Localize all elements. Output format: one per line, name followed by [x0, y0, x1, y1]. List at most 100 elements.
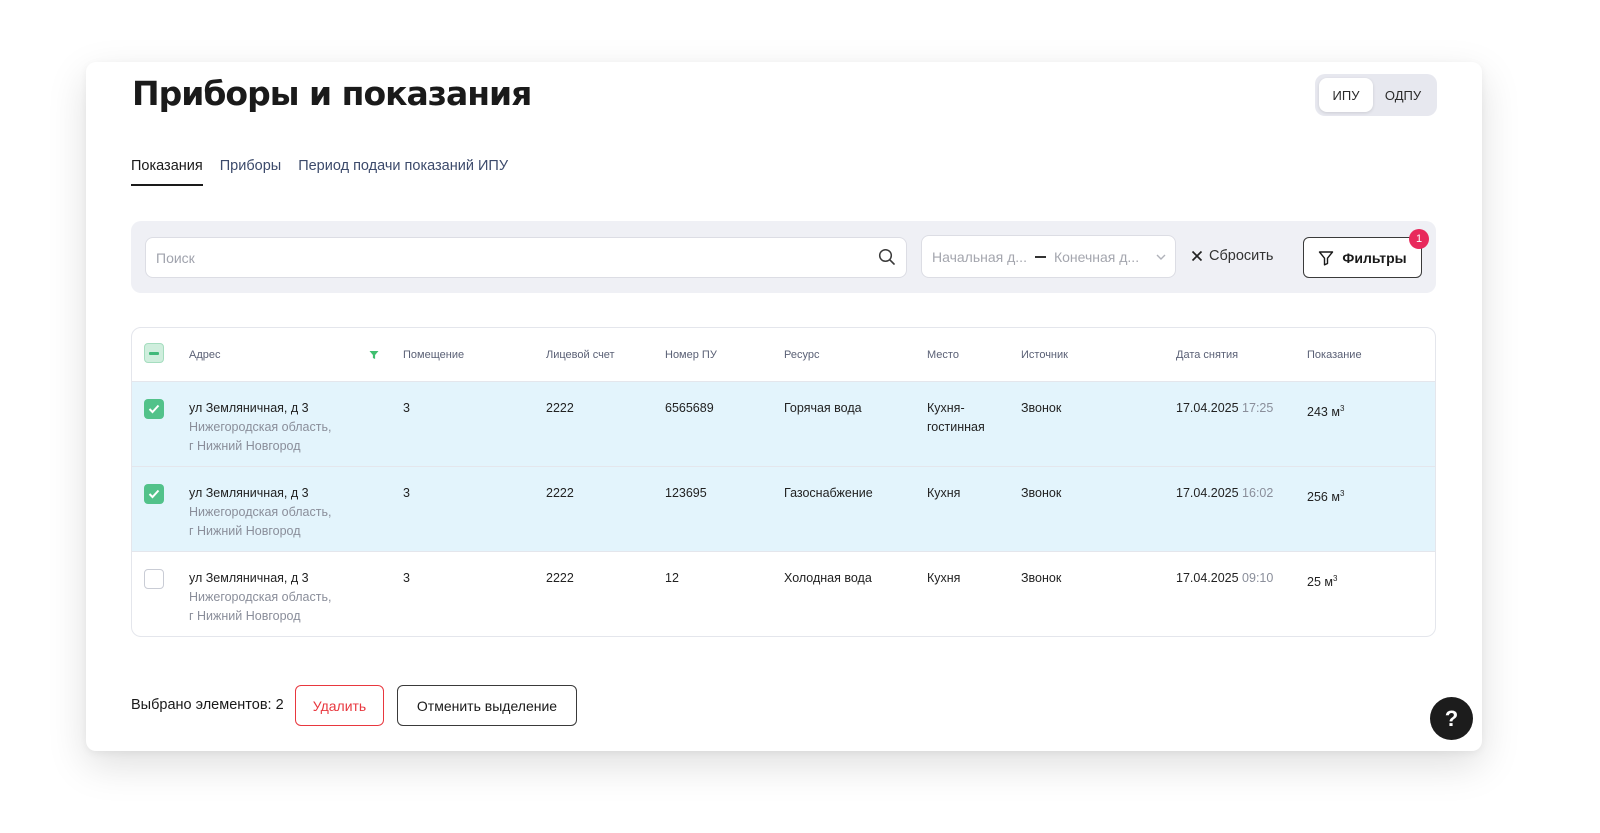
row-checkbox[interactable] [144, 399, 164, 419]
column-header-source[interactable]: Источник [1021, 349, 1068, 361]
address-cell: ул Земляничная, д 3 Нижегородская област… [189, 569, 331, 626]
column-header-account[interactable]: Лицевой счет [546, 349, 615, 361]
date-range-dash [1034, 255, 1046, 258]
place-line-1: Кухня [927, 486, 961, 500]
cancel-selection-button[interactable]: Отменить выделение [397, 685, 577, 726]
reset-button[interactable]: Сбросить [1191, 248, 1273, 264]
address-city: г Нижний Новгород [189, 524, 301, 538]
page-title: Приборы и показания [132, 74, 532, 113]
resource-cell: Холодная вода [784, 571, 872, 585]
address-street: ул Земляничная, д 3 [189, 486, 309, 500]
reading-cell: 243 м3 [1307, 399, 1344, 422]
question-mark-icon: ? [1444, 705, 1459, 731]
address-region: Нижегородская область, [189, 420, 332, 434]
meter-type-toggle: ИПУ ОДПУ [1315, 74, 1437, 116]
address-street: ул Земляничная, д 3 [189, 571, 309, 585]
delete-button[interactable]: Удалить [295, 685, 384, 726]
search-icon[interactable] [878, 248, 896, 266]
address-street: ул Земляничная, д 3 [189, 401, 309, 415]
help-button[interactable]: ? [1430, 697, 1473, 740]
search-input[interactable] [146, 238, 866, 277]
reading-value: 243 м [1307, 405, 1340, 420]
resource-cell: Газоснабжение [784, 486, 873, 500]
unit-superscript: 3 [1339, 404, 1345, 413]
reset-label: Сбросить [1209, 248, 1274, 264]
column-header-room[interactable]: Помещение [403, 349, 464, 361]
column-header-date[interactable]: Дата снятия [1176, 349, 1238, 361]
place-line-2: гостинная [927, 420, 985, 434]
source-cell: Звонок [1021, 486, 1062, 500]
search-box [145, 237, 907, 278]
room-cell: 3 [403, 401, 410, 415]
time-value: 09:10 [1242, 571, 1274, 585]
unit-superscript: 3 [1332, 574, 1338, 583]
filter-funnel-icon [1319, 250, 1334, 265]
address-city: г Нижний Новгород [189, 439, 301, 453]
date-cell: 17.04.2025 17:25 [1176, 399, 1273, 418]
column-header-address[interactable]: Адрес [189, 349, 221, 361]
table-row[interactable]: ул Земляничная, д 3 Нижегородская област… [132, 467, 1435, 552]
date-cell: 17.04.2025 16:02 [1176, 484, 1273, 503]
filters-button[interactable]: Фильтры [1303, 237, 1422, 278]
address-region: Нижегородская область, [189, 505, 332, 519]
date-value: 17.04.2025 [1176, 486, 1239, 500]
unit-superscript: 3 [1339, 489, 1345, 498]
reading-value: 25 м [1307, 575, 1333, 590]
address-region: Нижегородская область, [189, 590, 332, 604]
filters-label: Фильтры [1342, 249, 1407, 266]
reading-value: 256 м [1307, 490, 1340, 505]
column-header-meter-number[interactable]: Номер ПУ [665, 349, 717, 361]
close-icon [1191, 250, 1203, 262]
chevron-down-icon[interactable] [1155, 251, 1167, 263]
place-cell: Кухня- гостинная [927, 399, 985, 437]
room-cell: 3 [403, 486, 410, 500]
column-header-reading[interactable]: Показание [1307, 349, 1362, 361]
meter-number-cell: 12 [665, 571, 679, 585]
reading-cell: 256 м3 [1307, 484, 1344, 507]
table-row[interactable]: ул Земляничная, д 3 Нижегородская област… [132, 382, 1435, 467]
source-cell: Звонок [1021, 571, 1062, 585]
date-end-placeholder[interactable]: Конечная д... [1054, 249, 1139, 265]
time-value: 16:02 [1242, 486, 1274, 500]
toggle-ipu[interactable]: ИПУ [1319, 78, 1373, 112]
selected-count-text: Выбрано элементов: 2 [131, 697, 284, 713]
resource-cell: Горячая вода [784, 401, 862, 415]
time-value: 17:25 [1242, 401, 1274, 415]
reading-cell: 25 м3 [1307, 569, 1337, 592]
tab-submission-period[interactable]: Период подачи показаний ИПУ [298, 158, 508, 186]
place-cell: Кухня [927, 569, 960, 588]
meter-number-cell: 123695 [665, 486, 707, 500]
select-all-checkbox[interactable] [144, 343, 164, 363]
source-cell: Звонок [1021, 401, 1062, 415]
account-cell: 2222 [546, 401, 574, 415]
date-range-picker[interactable]: Начальная д... Конечная д... [921, 235, 1176, 278]
account-cell: 2222 [546, 486, 574, 500]
checkmark-icon [148, 404, 160, 414]
account-cell: 2222 [546, 571, 574, 585]
column-filter-icon[interactable] [369, 350, 379, 360]
room-cell: 3 [403, 571, 410, 585]
column-header-resource[interactable]: Ресурс [784, 349, 819, 361]
place-line-1: Кухня [927, 571, 961, 585]
tabs: Показания Приборы Период подачи показани… [131, 158, 508, 186]
column-header-place[interactable]: Место [927, 349, 959, 361]
place-cell: Кухня [927, 484, 960, 503]
address-city: г Нижний Новгород [189, 609, 301, 623]
tab-readings[interactable]: Показания [131, 158, 203, 186]
date-cell: 17.04.2025 09:10 [1176, 569, 1273, 588]
address-cell: ул Земляничная, д 3 Нижегородская област… [189, 399, 331, 456]
tab-devices[interactable]: Приборы [220, 158, 281, 186]
meter-number-cell: 6565689 [665, 401, 714, 415]
place-line-1: Кухня- [927, 401, 965, 415]
toggle-odpu[interactable]: ОДПУ [1373, 78, 1433, 112]
row-checkbox[interactable] [144, 484, 164, 504]
address-cell: ул Земляничная, д 3 Нижегородская област… [189, 484, 331, 541]
table-header: Адрес Помещение Лицевой счет Номер ПУ Ре… [132, 328, 1435, 382]
row-checkbox[interactable] [144, 569, 164, 589]
main-card: Приборы и показания ИПУ ОДПУ Показания П… [86, 62, 1482, 751]
table-row[interactable]: ул Земляничная, д 3 Нижегородская област… [132, 552, 1435, 636]
checkmark-icon [148, 489, 160, 499]
date-start-placeholder[interactable]: Начальная д... [932, 249, 1027, 265]
readings-table: Адрес Помещение Лицевой счет Номер ПУ Ре… [131, 327, 1436, 637]
date-value: 17.04.2025 [1176, 571, 1239, 585]
